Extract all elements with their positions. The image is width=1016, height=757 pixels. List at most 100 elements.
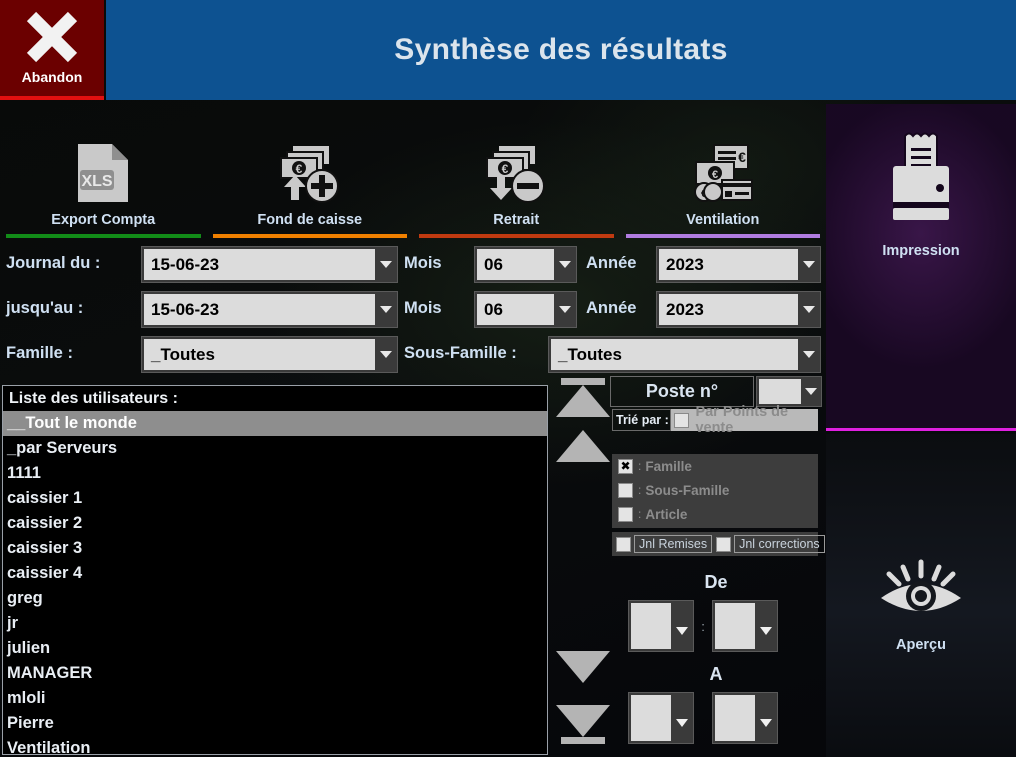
poste-label: Poste n° [610, 376, 754, 407]
a-select-1[interactable] [628, 692, 694, 744]
a-value-2 [715, 695, 755, 741]
sous-famille-checkbox[interactable] [618, 482, 633, 498]
list-item[interactable]: caissier 3 [3, 536, 547, 561]
jusquau-annee-select[interactable]: 2023 [656, 291, 821, 328]
journal-du-annee-label: Année [586, 254, 637, 272]
apercu-button[interactable]: Aperçu [826, 434, 1016, 757]
list-item[interactable]: jr [3, 611, 547, 636]
journal-du-mois-select[interactable]: 06 [474, 246, 577, 283]
jusquau-label: jusqu'au : [6, 299, 84, 317]
jusquau-annee-value: 2023 [659, 294, 798, 325]
a-label: A [709, 664, 723, 684]
chevron-down-icon [755, 601, 777, 651]
tab-retrait[interactable]: € Retrait [413, 104, 620, 238]
chevron-down-icon [801, 377, 821, 406]
grouping-option-famille[interactable]: : Famille [612, 454, 818, 478]
famille-value: _Toutes [144, 339, 375, 370]
sous-famille-select[interactable]: _Toutes [548, 336, 821, 373]
list-item[interactable]: _par Serveurs [3, 436, 547, 461]
jusquau-date-select[interactable]: 15-06-23 [141, 291, 398, 328]
tab-label: Export Compta [51, 212, 156, 228]
list-scroll-controls [556, 378, 610, 757]
journal-du-annee-value: 2023 [659, 249, 798, 280]
chevron-down-icon [554, 247, 576, 282]
famille-option-label: Famille [645, 458, 692, 474]
journal-du-date-select[interactable]: 15-06-23 [141, 246, 398, 283]
users-list[interactable]: Liste des utilisateurs : __Tout le monde… [2, 385, 548, 755]
list-item[interactable]: Ventilation [3, 736, 547, 754]
list-item[interactable]: __Tout le monde [3, 411, 547, 436]
tab-fond-de-caisse[interactable]: € Fond de caisse [207, 104, 414, 238]
tab-export-compta[interactable]: XLS Export Compta [0, 104, 207, 238]
chevron-down-icon [798, 292, 820, 327]
poste-select[interactable] [756, 376, 822, 407]
printer-icon [871, 130, 971, 231]
scroll-up-button[interactable] [556, 430, 610, 462]
scroll-down-button[interactable] [556, 651, 610, 683]
scroll-up-icon [556, 430, 610, 462]
list-item[interactable]: caissier 2 [3, 511, 547, 536]
svg-text:XLS: XLS [82, 173, 113, 190]
impression-label: Impression [882, 243, 960, 259]
sous-famille-option-label: Sous-Famille [645, 482, 730, 498]
journal-du-date-value: 15-06-23 [144, 249, 375, 280]
go-to-last-icon [556, 705, 610, 737]
jnl-corrections-checkbox[interactable] [716, 536, 732, 552]
chevron-down-icon [798, 337, 820, 372]
synthese-resultats-window: Abandon Synthèse des résultats XLS Expor… [0, 0, 1016, 757]
separator: : [638, 507, 642, 521]
list-item[interactable]: MANAGER [3, 661, 547, 686]
list-item[interactable]: Pierre [3, 711, 547, 736]
separator: : [638, 483, 642, 497]
jusquau-mois-label: Mois [404, 299, 442, 317]
payment-methods-icon: € € € [688, 137, 758, 209]
tab-underline [6, 234, 201, 238]
jnl-remises-option[interactable]: Jnl Remises [612, 535, 713, 553]
article-checkbox[interactable] [618, 506, 633, 522]
list-item[interactable]: caissier 4 [3, 561, 547, 586]
svg-text:€: € [738, 149, 746, 165]
list-item[interactable]: mloli [3, 686, 547, 711]
famille-checkbox[interactable] [618, 458, 633, 474]
a-value-1 [631, 695, 671, 741]
grouping-option-article[interactable]: : Article [612, 502, 818, 526]
go-to-first-button[interactable] [556, 378, 610, 417]
users-list-header: Liste des utilisateurs : [9, 390, 178, 407]
jnl-remises-checkbox[interactable] [616, 536, 631, 552]
tab-underline [212, 234, 407, 238]
famille-select[interactable]: _Toutes [141, 336, 398, 373]
list-item[interactable]: 1111 [3, 461, 547, 486]
abandon-button[interactable]: Abandon [0, 0, 104, 100]
de-select-2[interactable] [712, 600, 778, 652]
trie-par-row: Trié par : Par Points de vente [612, 404, 818, 436]
list-item[interactable]: caissier 1 [3, 486, 547, 511]
list-item[interactable]: julien [3, 636, 547, 661]
svg-text:€: € [712, 169, 718, 181]
jusquau-mois-select[interactable]: 06 [474, 291, 577, 328]
de-select-1[interactable] [628, 600, 694, 652]
grouping-option-sous-famille[interactable]: : Sous-Famille [612, 478, 818, 502]
a-select-2[interactable] [712, 692, 778, 744]
scroll-down-icon [556, 651, 610, 683]
jusquau-mois-value: 06 [477, 294, 554, 325]
chevron-down-icon [671, 601, 693, 651]
go-to-first-icon [561, 378, 605, 385]
trie-par-label: Trié par : [612, 409, 672, 431]
cash-minus-icon: € [483, 137, 549, 209]
jnl-corrections-option[interactable]: Jnl corrections [712, 535, 825, 553]
impression-button[interactable]: Impression [826, 104, 1016, 431]
par-points-de-vente-option[interactable]: Par Points de vente [671, 404, 818, 436]
journal-du-annee-select[interactable]: 2023 [656, 246, 821, 283]
sous-famille-value: _Toutes [551, 339, 798, 370]
go-to-last-button[interactable] [556, 705, 610, 744]
par-points-de-vente-checkbox[interactable] [674, 412, 690, 428]
jnl-remises-label: Jnl Remises [634, 535, 713, 553]
a-range-row [610, 692, 822, 744]
tab-ventilation[interactable]: € € € Ventilation [620, 104, 827, 238]
de-label: De [704, 572, 728, 592]
range-separator: : [701, 618, 705, 634]
journal-du-mois-label: Mois [404, 254, 442, 272]
toolbar: XLS Export Compta € Fond de caisse € Ret… [0, 104, 826, 238]
list-item[interactable]: greg [3, 586, 547, 611]
poste-value [759, 379, 801, 404]
